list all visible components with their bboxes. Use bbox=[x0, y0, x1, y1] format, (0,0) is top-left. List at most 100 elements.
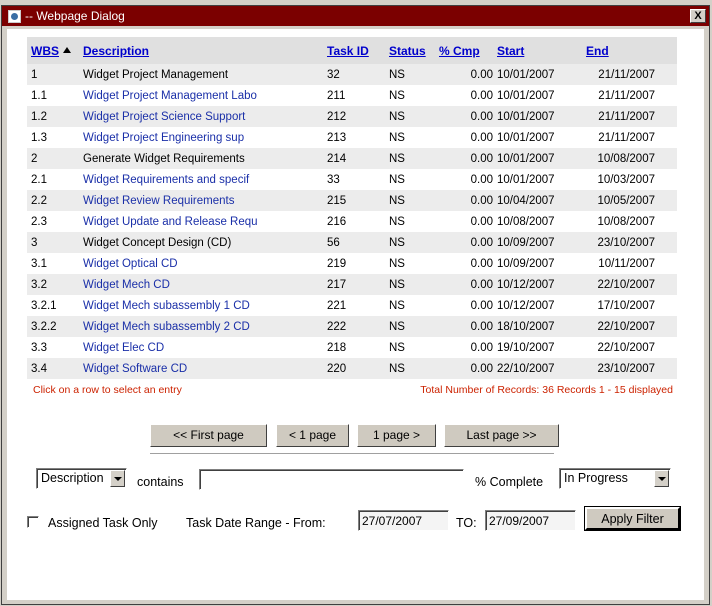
cell-wbs: 1.3 bbox=[31, 131, 47, 144]
contains-label: contains bbox=[137, 475, 184, 489]
cell-status: NS bbox=[389, 341, 405, 354]
sort-ascending-icon bbox=[63, 47, 71, 54]
cell-end: 21/11/2007 bbox=[598, 131, 655, 144]
complete-select[interactable]: In Progress bbox=[559, 468, 671, 489]
cell-status: NS bbox=[389, 362, 405, 375]
cell-end: 21/11/2007 bbox=[598, 110, 655, 123]
cell-end: 21/11/2007 bbox=[598, 89, 655, 102]
cell-wbs: 2.2 bbox=[31, 194, 47, 207]
table-row[interactable]: 2.2 Widget Review Requirements 215 NS 0.00 10… bbox=[27, 190, 677, 211]
table-row[interactable]: 1.3 Widget Project Engineering sup 213 NS 0.… bbox=[27, 127, 677, 148]
chevron-down-icon[interactable] bbox=[110, 470, 125, 487]
header-end[interactable]: End bbox=[586, 44, 655, 58]
cell-wbs: 3 bbox=[31, 236, 38, 249]
header-task-id[interactable]: Task ID bbox=[327, 44, 369, 58]
cell-task-id: 214 bbox=[327, 152, 347, 165]
apply-filter-button[interactable]: Apply Filter bbox=[584, 506, 681, 531]
cell-task-id: 219 bbox=[327, 257, 347, 270]
assigned-only-checkbox[interactable] bbox=[27, 516, 39, 528]
cell-pct-cmp: 0.00 bbox=[470, 89, 493, 102]
cell-wbs: 1.2 bbox=[31, 110, 47, 123]
header-description[interactable]: Description bbox=[83, 44, 283, 58]
cell-wbs: 3.2.2 bbox=[31, 320, 57, 333]
cell-wbs: 3.2 bbox=[31, 278, 47, 291]
cell-end: 21/11/2007 bbox=[598, 68, 655, 81]
cell-start: 10/12/2007 bbox=[497, 299, 555, 312]
task-table: WBS Description Task ID Status % Cmp Sta… bbox=[27, 37, 677, 379]
cell-pct-cmp: 0.00 bbox=[470, 68, 493, 81]
cell-start: 10/08/2007 bbox=[497, 215, 555, 228]
cell-start: 10/09/2007 bbox=[497, 257, 555, 270]
cell-task-id: 212 bbox=[327, 110, 347, 123]
header-pct-cmp[interactable]: % Cmp bbox=[439, 44, 493, 58]
cell-start: 10/01/2007 bbox=[497, 110, 555, 123]
cell-description: Widget Project Management Labo bbox=[83, 89, 257, 102]
date-to-input[interactable]: 27/09/2007 bbox=[485, 510, 576, 531]
cell-task-id: 32 bbox=[327, 68, 340, 81]
prev-page-button[interactable]: < 1 page bbox=[276, 424, 349, 447]
table-header: WBS Description Task ID Status % Cmp Sta… bbox=[27, 37, 677, 64]
cell-start: 10/01/2007 bbox=[497, 68, 555, 81]
cell-status: NS bbox=[389, 257, 405, 270]
header-start[interactable]: Start bbox=[497, 44, 524, 58]
dialog-content: WBS Description Task ID Status % Cmp Sta… bbox=[7, 29, 704, 600]
cell-wbs: 2.1 bbox=[31, 173, 47, 186]
table-row[interactable]: 2.1 Widget Requirements and specif 33 NS 0.0… bbox=[27, 169, 677, 190]
table-row[interactable]: 3.4 Widget Software CD 220 NS 0.00 22/10/2007… bbox=[27, 358, 677, 379]
table-row[interactable]: 3.2.2 Widget Mech subassembly 2 CD 222 NS 0.… bbox=[27, 316, 677, 337]
cell-status: NS bbox=[389, 110, 405, 123]
cell-wbs: 3.2.1 bbox=[31, 299, 57, 312]
date-range-label: Task Date Range - From: bbox=[186, 516, 326, 530]
title-bar[interactable]: -- Webpage Dialog X bbox=[2, 6, 709, 26]
table-row[interactable]: 3.1 Widget Optical CD 219 NS 0.00 10/09/2007 1… bbox=[27, 253, 677, 274]
cell-description: Widget Optical CD bbox=[83, 257, 178, 270]
header-wbs-label: WBS bbox=[31, 43, 59, 58]
cell-start: 10/12/2007 bbox=[497, 278, 555, 291]
cell-end: 10/08/2007 bbox=[597, 215, 655, 228]
close-button[interactable]: X bbox=[690, 9, 706, 23]
pager-divider bbox=[150, 453, 554, 454]
cell-pct-cmp: 0.00 bbox=[470, 131, 493, 144]
table-row[interactable]: 1.2 Widget Project Science Support 212 NS 0.… bbox=[27, 106, 677, 127]
header-wbs[interactable]: WBS bbox=[31, 44, 71, 58]
first-page-button[interactable]: << First page bbox=[150, 424, 267, 447]
cell-end: 23/10/2007 bbox=[597, 362, 655, 375]
contains-input[interactable] bbox=[199, 469, 464, 490]
table-row[interactable]: 1 Widget Project Management 32 NS 0.00 10/01/… bbox=[27, 64, 677, 85]
chevron-down-icon[interactable] bbox=[654, 470, 669, 487]
table-row[interactable]: 1.1 Widget Project Management Labo 211 NS 0.… bbox=[27, 85, 677, 106]
cell-description: Widget Project Management bbox=[83, 68, 229, 81]
ie-icon bbox=[8, 9, 21, 23]
pager: << First page < 1 page 1 page > Last pag… bbox=[150, 424, 560, 450]
cell-task-id: 221 bbox=[327, 299, 347, 312]
cell-task-id: 56 bbox=[327, 236, 340, 249]
complete-label: % Complete bbox=[475, 475, 544, 489]
table-row[interactable]: 3.2.1 Widget Mech subassembly 1 CD 221 NS 0.… bbox=[27, 295, 677, 316]
table-row[interactable]: 3.3 Widget Elec CD 218 NS 0.00 19/10/2007 22/1… bbox=[27, 337, 677, 358]
cell-pct-cmp: 0.00 bbox=[470, 278, 493, 291]
table-row[interactable]: 2.3 Widget Update and Release Requ 216 NS 0.… bbox=[27, 211, 677, 232]
cell-description: Widget Elec CD bbox=[83, 341, 165, 354]
cell-task-id: 213 bbox=[327, 131, 347, 144]
cell-start: 10/04/2007 bbox=[497, 194, 555, 207]
next-page-button[interactable]: 1 page > bbox=[357, 424, 436, 447]
filter-field-select[interactable]: Description bbox=[36, 468, 127, 489]
cell-end: 10/03/2007 bbox=[597, 173, 655, 186]
table-row[interactable]: 3 Widget Concept Design (CD) 56 NS 0.00 10/09… bbox=[27, 232, 677, 253]
cell-pct-cmp: 0.00 bbox=[470, 236, 493, 249]
cell-status: NS bbox=[389, 194, 405, 207]
cell-status: NS bbox=[389, 215, 405, 228]
header-status[interactable]: Status bbox=[389, 44, 426, 58]
last-page-button[interactable]: Last page >> bbox=[444, 424, 559, 447]
cell-start: 10/01/2007 bbox=[497, 89, 555, 102]
cell-pct-cmp: 0.00 bbox=[470, 110, 493, 123]
date-from-input[interactable]: 27/07/2007 bbox=[358, 510, 449, 531]
cell-start: 10/01/2007 bbox=[497, 131, 555, 144]
cell-start: 10/09/2007 bbox=[497, 236, 555, 249]
select-hint: Click on a row to select an entry bbox=[33, 384, 182, 396]
table-row[interactable]: 3.2 Widget Mech CD 217 NS 0.00 10/12/2007 22/1… bbox=[27, 274, 677, 295]
table-row[interactable]: 2 Generate Widget Requirements 214 NS 0.00 10… bbox=[27, 148, 677, 169]
cell-status: NS bbox=[389, 89, 405, 102]
cell-status: NS bbox=[389, 299, 405, 312]
cell-description: Widget Software CD bbox=[83, 362, 188, 375]
